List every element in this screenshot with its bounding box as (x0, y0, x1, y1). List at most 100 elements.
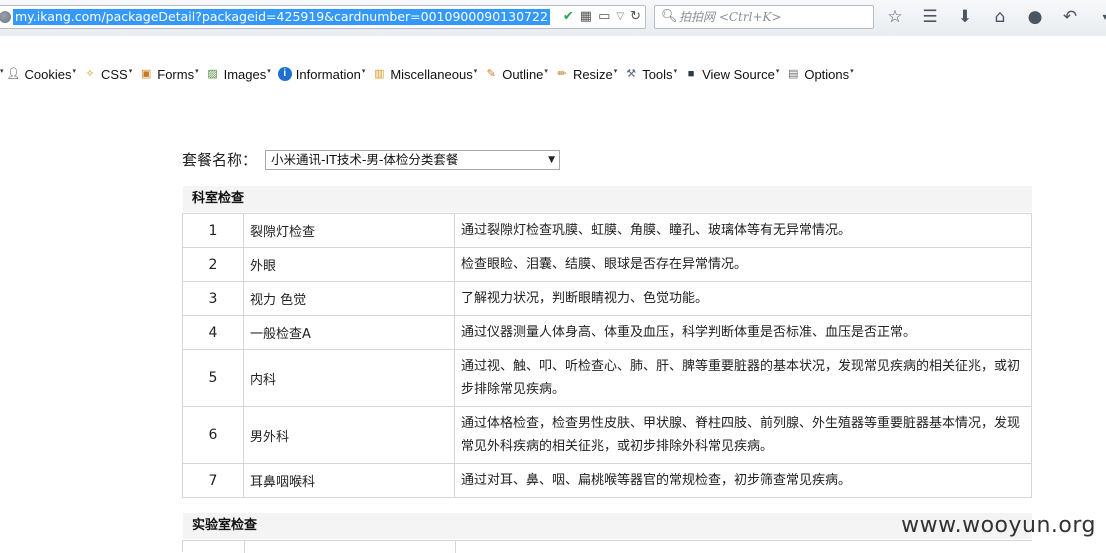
devbar-item-information[interactable]: i Information▾ (278, 67, 366, 82)
cell-desc: 通过视、触、叩、听检查心、肺、肝、脾等重要脏器的基本状况，发现常见疾病的相关征兆… (455, 350, 1032, 407)
table-row: 7耳鼻咽喉科通过对耳、鼻、咽、扁桃喉等器官的常规检查，初步筛查常见疾病。 (183, 464, 1032, 498)
devbar-item-tools[interactable]: ⚒ Tools▾ (624, 67, 677, 82)
devbar-item-view-source[interactable]: ■ View Source▾ (684, 67, 779, 82)
section-department-header: 科室检查 (183, 186, 1032, 212)
chevron-down-icon: ▾ (267, 67, 271, 75)
chevron-down-icon: ▼ (548, 151, 555, 169)
chevron-down-icon[interactable]: ▾ (0, 67, 4, 75)
shield-check-icon[interactable]: ✔ (563, 9, 574, 25)
home-icon[interactable]: ⌂ (989, 6, 1011, 28)
globe-icon (0, 11, 11, 23)
cell-num: 1 (183, 214, 244, 248)
table-row-partial (182, 540, 1032, 552)
devbar-item-label: View Source (702, 67, 775, 82)
dropdown-icon[interactable]: ▽ (616, 9, 624, 25)
notebook-icon: ▥ (372, 67, 386, 81)
cell-desc: 检查眼睑、泪囊、结膜、眼球是否存在异常情况。 (455, 248, 1032, 282)
devbar-item-options[interactable]: ▤Options▾ (786, 67, 853, 82)
nav-tools: ☆ ☰ ⬇ ⌂ ● ↶ ▾ (884, 6, 1106, 28)
table-row: 1裂隙灯检查通过裂隙灯检查巩膜、虹膜、角膜、瞳孔、玻璃体等有无异常情况。 (183, 214, 1032, 248)
devbar-items: ▾ 👤︎Cookies▾✧CSS▾▣Forms▾▨Images▾iInforma… (0, 65, 861, 83)
devbar-item-label: Cookies (25, 67, 72, 82)
cell-num: 6 (183, 407, 244, 464)
chevron-down-icon: ▾ (362, 67, 366, 75)
devbar-item-label: Information (296, 67, 361, 82)
devbar-item-label: Tools (642, 67, 672, 82)
cell-name: 内科 (244, 350, 455, 407)
devbar-item-images[interactable]: ▨ Images▾ (206, 67, 271, 82)
cell-desc: 了解视力状况，判断眼睛视力、色觉功能。 (455, 282, 1032, 316)
cell-num: 4 (183, 316, 244, 350)
devbar-item-miscellaneous[interactable]: ▥ Miscellaneous▾ (372, 67, 477, 82)
tools-icon: ⚒ (624, 67, 638, 81)
cell-num: 5 (183, 350, 244, 407)
reader-icon[interactable]: ▭ (598, 9, 610, 25)
address-bar[interactable]: my.ikang.com/packageDetail?packageid=425… (0, 5, 646, 29)
exam-table: 1裂隙灯检查通过裂隙灯检查巩膜、虹膜、角膜、瞳孔、玻璃体等有无异常情况。2外眼检… (182, 213, 1032, 498)
table-row: 3视力 色觉了解视力状况，判断眼睛视力、色觉功能。 (183, 282, 1032, 316)
search-icon: 🔍︎ (661, 9, 678, 24)
undo-icon[interactable]: ↶ (1059, 6, 1081, 28)
devbar-item-label: Images (224, 67, 267, 82)
table-row: 5内科通过视、触、叩、听检查心、肺、肝、脾等重要脏器的基本状况，发现常见疾病的相… (183, 350, 1032, 407)
devbar-item-label: Resize (573, 67, 613, 82)
search-placeholder: 拍拍网 <Ctrl+K> (679, 9, 782, 25)
ruler-icon: ✏ (555, 67, 569, 81)
table-row: 2外眼检查眼睑、泪囊、结膜、眼球是否存在异常情况。 (183, 248, 1032, 282)
devbar-item-css[interactable]: ✧ CSS▾ (83, 67, 132, 82)
chat-icon[interactable]: ● (1024, 6, 1046, 28)
chevron-down-icon: ▾ (544, 67, 548, 75)
cell-name: 一般检查A (244, 316, 455, 350)
person-icon: 👤︎ (7, 67, 21, 81)
table-row: 6男外科通过体格检查，检查男性皮肤、甲状腺、脊柱四肢、前列腺、外生殖器等重要脏器… (183, 407, 1032, 464)
devbar-item-label: Miscellaneous (390, 67, 472, 82)
cell-desc: 通过对耳、鼻、咽、扁桃喉等器官的常规检查，初步筛查常见疾病。 (455, 464, 1032, 498)
monitor-icon: ■ (684, 67, 698, 81)
cell-name: 视力 色觉 (244, 282, 455, 316)
info-icon: i (278, 67, 292, 81)
package-select[interactable]: 小米通讯-IT技术-男-体检分类套餐 ▼ (265, 150, 560, 170)
url-text[interactable]: my.ikang.com/packageDetail?packageid=425… (13, 9, 550, 25)
star-icon[interactable]: ☆ (884, 6, 906, 28)
devbar-item-label: Outline (502, 67, 543, 82)
cell-desc: 通过体格检查，检查男性皮肤、甲状腺、脊柱四肢、前列腺、外生殖器等重要脏器基本情况… (455, 407, 1032, 464)
cell-name: 男外科 (244, 407, 455, 464)
browser-navbar: my.ikang.com/packageDetail?packageid=425… (0, 0, 1106, 37)
wand-icon: ✧ (83, 67, 97, 81)
package-selected-value: 小米通讯-IT技术-男-体检分类套餐 (271, 152, 458, 167)
cell-name: 外眼 (244, 248, 455, 282)
devbar-item-outline[interactable]: ✎Outline▾ (484, 67, 548, 82)
picture-icon: ▨ (206, 67, 220, 81)
cell-name: 耳鼻咽喉科 (244, 464, 455, 498)
devbar-item-label: CSS (101, 67, 128, 82)
devbar-item-label: Forms (157, 67, 194, 82)
table-row: 4一般检查A通过仪器测量人体身高、体重及血压，科学判断体重是否标准、血压是否正常… (183, 316, 1032, 350)
cell-name: 裂隙灯检查 (244, 214, 455, 248)
web-developer-toolbar: ▾ 👤︎Cookies▾✧CSS▾▣Forms▾▨Images▾iInforma… (0, 36, 1106, 88)
cell-desc: 通过裂隙灯检查巩膜、虹膜、角膜、瞳孔、玻璃体等有无异常情况。 (455, 214, 1032, 248)
cell-num: 7 (183, 464, 244, 498)
chevron-down-icon: ▾ (850, 67, 854, 75)
url-icons: ✔ ▦ ▭ ▽ ↻ (563, 9, 641, 25)
clipboard-icon: ▣ (139, 67, 153, 81)
chevron-down-icon: ▾ (776, 67, 780, 75)
chevron-down-icon: ▾ (474, 67, 478, 75)
reload-icon[interactable]: ↻ (630, 9, 641, 25)
chevron-down-icon: ▾ (674, 67, 678, 75)
cell-num: 2 (183, 248, 244, 282)
devbar-item-cookies[interactable]: 👤︎ Cookies▾ (7, 67, 76, 82)
devbar-item-label: Options (804, 67, 849, 82)
chevron-down-icon: ▾ (195, 67, 199, 75)
menu-chevron-icon[interactable]: ▾ (1094, 6, 1106, 28)
cell-num: 3 (183, 282, 244, 316)
chevron-down-icon: ▾ (72, 67, 76, 75)
qrcode-icon[interactable]: ▦ (580, 9, 592, 25)
download-icon[interactable]: ⬇ (954, 6, 976, 28)
devbar-item-forms[interactable]: ▣ Forms▾ (139, 67, 198, 82)
devbar-item-resize[interactable]: ✏Resize▾ (555, 67, 617, 82)
bookmarks-list-icon[interactable]: ☰ (919, 6, 941, 28)
cell-desc: 通过仪器测量人体身高、体重及血压，科学判断体重是否标准、血压是否正常。 (455, 316, 1032, 350)
search-bar[interactable]: 🔍︎ 拍拍网 <Ctrl+K> (654, 5, 874, 29)
watermark: www.wooyun.org (901, 513, 1096, 538)
chevron-down-icon: ▾ (129, 67, 133, 75)
